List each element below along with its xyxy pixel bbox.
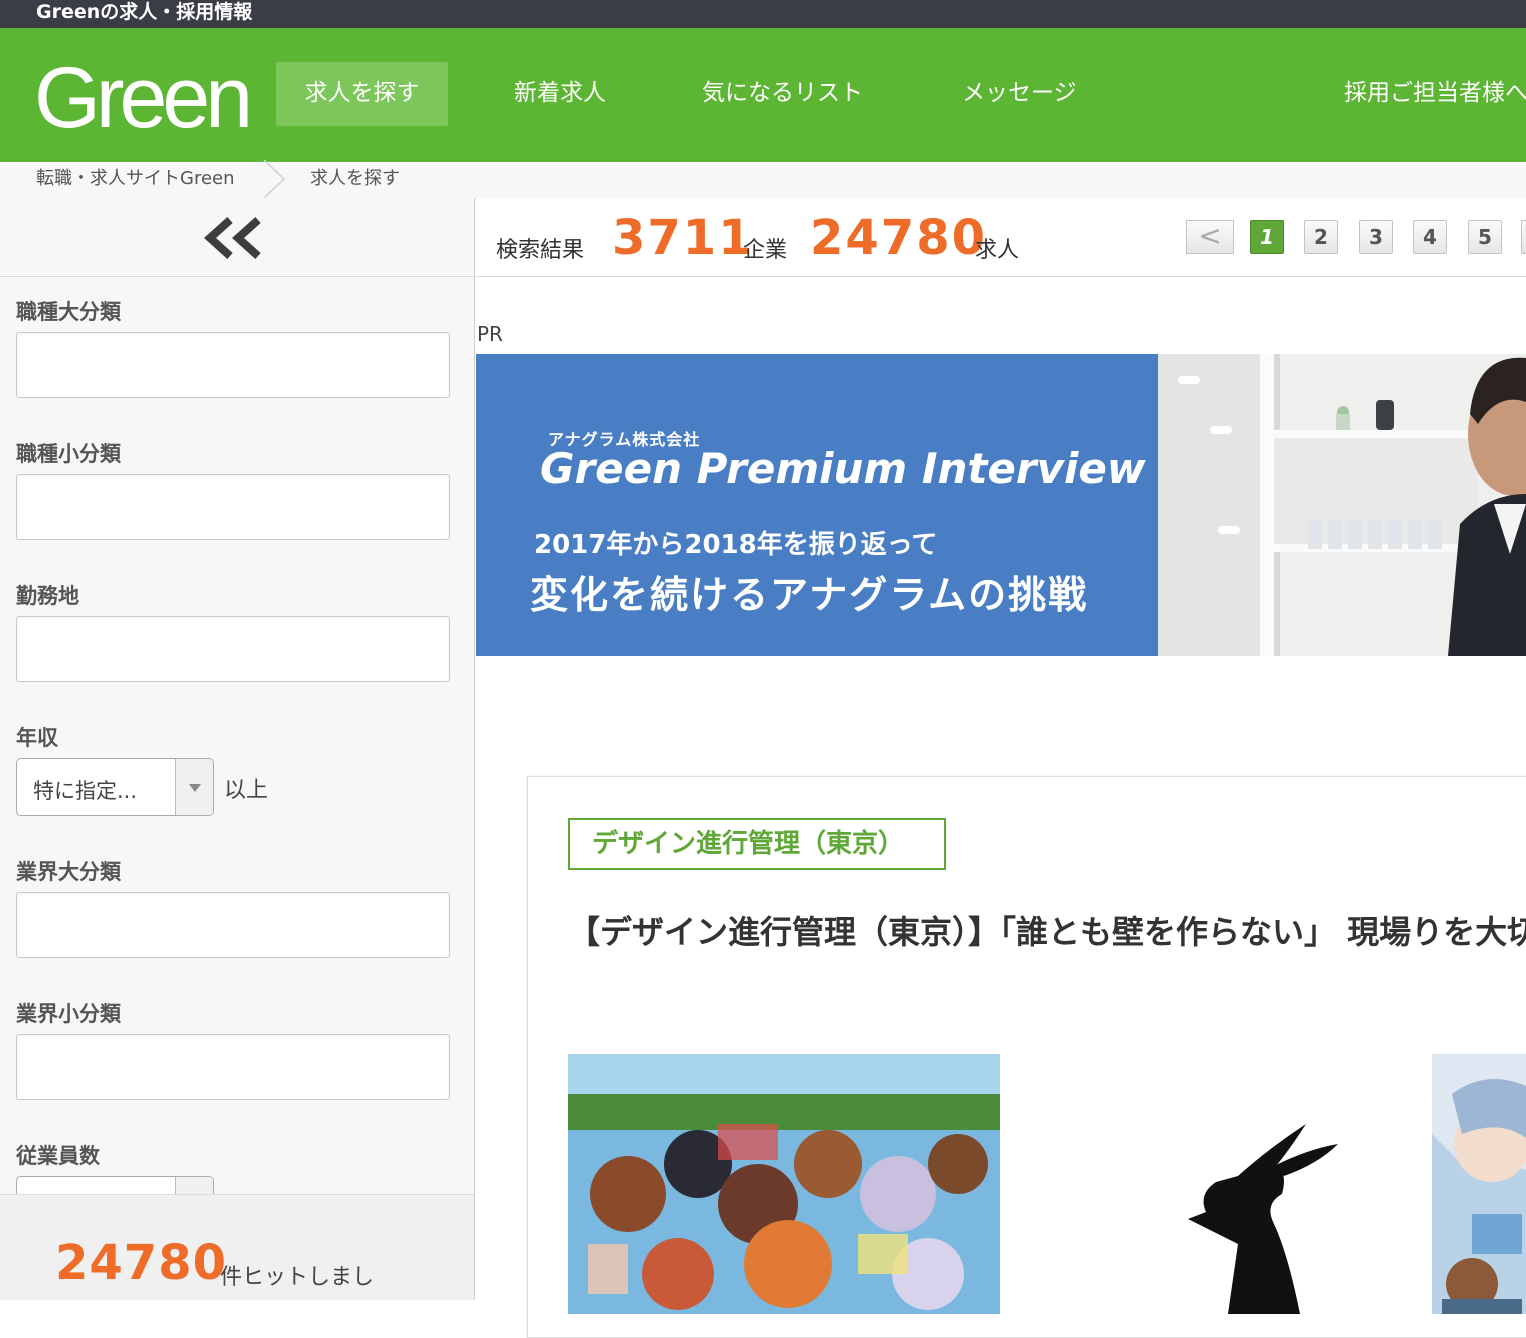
location-input[interactable] <box>16 616 450 682</box>
breadcrumb: 転職・求人サイトGreen 求人を探す <box>0 160 1526 199</box>
pagination-prev-button[interactable]: < <box>1186 220 1234 254</box>
site-tagline: Greenの求人・採用情報 <box>36 1 253 23</box>
banner-headline: 変化を続けるアナグラムの挑戦 <box>530 573 1089 617</box>
chevron-down-icon <box>175 759 213 815</box>
sidebar-collapse-row <box>0 198 474 277</box>
pagination-page-3[interactable]: 3 <box>1359 220 1393 254</box>
filter-label-industry: 業界大分類 <box>16 860 121 884</box>
nav-favorites[interactable]: 気になるリスト <box>702 62 863 126</box>
top-bar: Greenの求人・採用情報 <box>0 0 1526 28</box>
hit-count-panel: 24780 件ヒットしまし <box>0 1194 474 1300</box>
filter-label-job-category: 職種大分類 <box>16 300 121 324</box>
salary-select-value: 特に指定... <box>33 779 138 803</box>
nav-new-jobs[interactable]: 新着求人 <box>514 62 606 126</box>
filter-label-industry-sub: 業界小分類 <box>16 1002 121 1026</box>
breadcrumb-current: 求人を探す <box>310 168 400 189</box>
job-thumbnail-2[interactable] <box>1038 1054 1428 1314</box>
hit-count: 24780 <box>55 1235 227 1291</box>
double-chevron-left-icon[interactable] <box>200 214 272 262</box>
filter-sidebar: 職種大分類 職種小分類 勤務地 年収 特に指定... 以上 業界大分類 業界小分… <box>0 198 475 1300</box>
nav-for-recruiters[interactable]: 採用ご担当者様へ <box>1344 62 1526 126</box>
company-label: 企業 <box>743 238 788 263</box>
salary-suffix: 以上 <box>224 778 269 803</box>
breadcrumb-separator-icon <box>263 160 286 198</box>
results-summary-bar: 検索結果 3711 企業 24780 求人 < 1 2 3 4 5 <box>476 198 1526 277</box>
banner-title: Green Premium Interview <box>540 444 1146 493</box>
salary-select[interactable]: 特に指定... <box>16 758 214 816</box>
pagination-page-4[interactable]: 4 <box>1413 220 1447 254</box>
results-label: 検索結果 <box>496 238 585 263</box>
nav-messages[interactable]: メッセージ <box>962 62 1077 126</box>
filter-label-salary: 年収 <box>16 726 58 750</box>
pagination-page-2[interactable]: 2 <box>1304 220 1338 254</box>
job-thumbnail-1[interactable] <box>568 1054 1000 1314</box>
industry-sub-input[interactable] <box>16 1034 450 1100</box>
green-logo[interactable]: Green <box>34 48 253 148</box>
nav-search-jobs[interactable]: 求人を探す <box>276 62 448 126</box>
job-title[interactable]: 【デザイン進行管理（東京）】「誰とも壁を作らない」 現場りを大切に <box>568 905 1526 959</box>
pagination-page-5[interactable]: 5 <box>1468 220 1502 254</box>
job-category-input[interactable] <box>16 332 450 398</box>
pr-banner[interactable]: アナグラム株式会社 Green Premium Interview 2017年か… <box>476 354 1526 656</box>
job-thumbnail-3[interactable] <box>1432 1054 1526 1314</box>
banner-photo <box>1158 354 1526 656</box>
job-subcategory-input[interactable] <box>16 474 450 540</box>
header: Green 求人を探す 新着求人 気になるリスト メッセージ 採用ご担当者様へ <box>0 28 1526 162</box>
company-count: 3711 <box>612 210 754 266</box>
job-card[interactable]: デザイン進行管理（東京） 【デザイン進行管理（東京）】「誰とも壁を作らない」 現… <box>527 776 1526 1338</box>
hit-count-text: 件ヒットしまし <box>220 1265 375 1290</box>
breadcrumb-home[interactable]: 転職・求人サイトGreen <box>36 162 235 196</box>
pagination-page-next-partial[interactable] <box>1521 220 1526 254</box>
filter-label-job-subcategory: 職種小分類 <box>16 442 121 466</box>
filter-label-location: 勤務地 <box>16 584 79 608</box>
job-category-tag[interactable]: デザイン進行管理（東京） <box>568 818 946 870</box>
industry-input[interactable] <box>16 892 450 958</box>
banner-subtitle: 2017年から2018年を振り返って <box>534 530 938 560</box>
job-count: 24780 <box>810 210 987 266</box>
banner-text-panel: アナグラム株式会社 Green Premium Interview 2017年か… <box>476 354 1158 656</box>
pagination-page-1[interactable]: 1 <box>1250 220 1284 254</box>
job-label: 求人 <box>975 238 1020 263</box>
filter-label-employees: 従業員数 <box>16 1144 100 1168</box>
pr-label: PR <box>477 322 503 346</box>
